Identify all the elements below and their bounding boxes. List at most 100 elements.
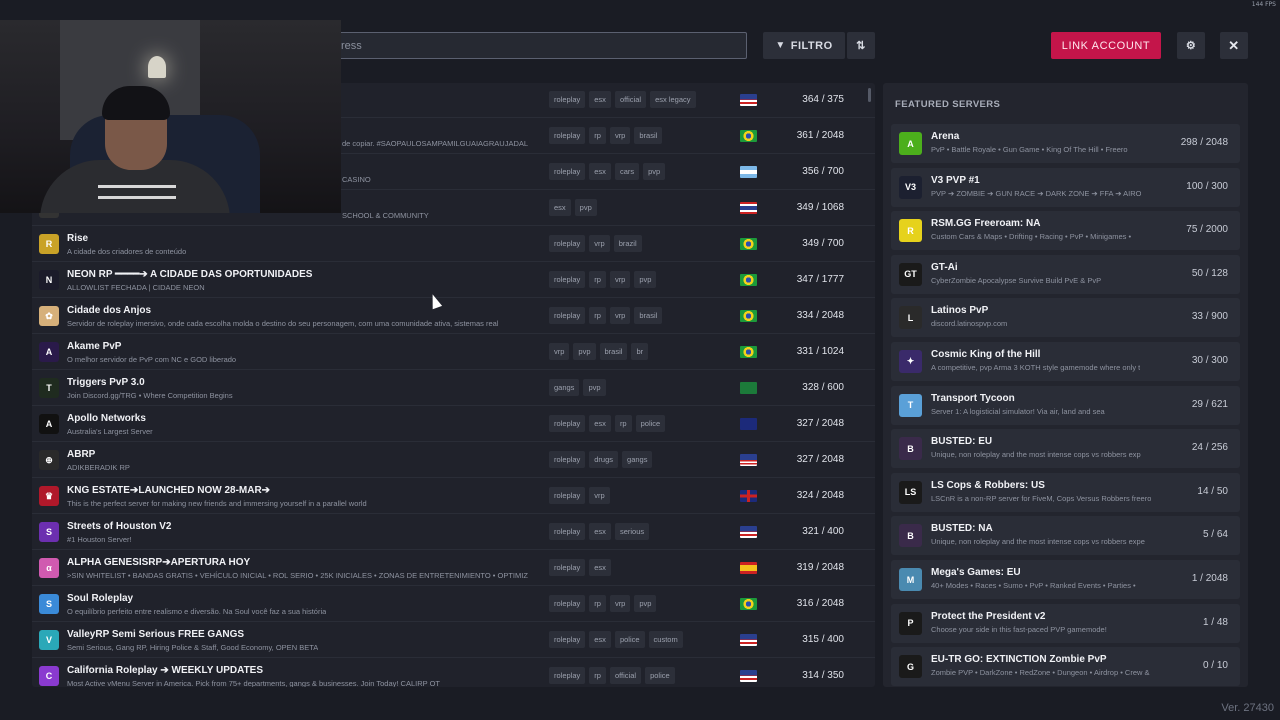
featured-server-item[interactable]: B BUSTED: NA Unique, non roleplay and the …	[891, 516, 1240, 556]
tag-chip: serious	[614, 523, 650, 540]
server-icon: A	[39, 342, 59, 362]
featured-server-item[interactable]: GT GT-Ai CyberZombie Apocalypse Survive Bu…	[891, 254, 1240, 294]
featured-server-name: EU-TR GO: EXTINCTION Zombie PvP	[931, 654, 1107, 666]
player-count: 327 / 2048	[796, 418, 844, 429]
featured-server-icon: P	[899, 611, 922, 635]
featured-server-item[interactable]: B BUSTED: EU Unique, non roleplay and the …	[891, 429, 1240, 469]
featured-server-item[interactable]: P Protect the President v2 Choose your sid…	[891, 603, 1240, 643]
featured-server-description: discord.latinospvp.com	[931, 319, 1008, 329]
server-description: Most Active vMenu Server in America. Pic…	[67, 679, 441, 687]
server-name: Akame PvP	[67, 341, 122, 352]
featured-server-name: BUSTED: EU	[931, 436, 993, 448]
server-row[interactable]: V ValleyRP Semi Serious FREE GANGS Semi Se…	[32, 623, 875, 658]
server-tags: gangs pvp	[549, 379, 606, 396]
flag-icon	[740, 166, 757, 178]
server-name: ValleyRP Semi Serious FREE GANGS	[67, 629, 245, 640]
featured-server-item[interactable]: M Mega's Games: EU 40+ Modes • Races • Sum…	[891, 560, 1240, 599]
server-icon: V	[39, 630, 59, 650]
server-description: Australia's Largest Server	[67, 427, 153, 436]
link-account-button[interactable]: LINK ACCOUNT	[1051, 32, 1161, 59]
server-row[interactable]: R Rise A cidade dos criadores de conteúdo r…	[32, 227, 875, 262]
tag-chip: rp	[589, 127, 606, 144]
filter-button[interactable]: ▼ FILTRO	[763, 32, 845, 59]
featured-server-name: Transport Tycoon	[931, 392, 1015, 404]
server-tags: vrp pvp brasil br	[549, 343, 649, 360]
settings-button[interactable]: ⚙	[1177, 32, 1205, 59]
featured-server-item[interactable]: T Transport Tycoon Server 1: A logisticial…	[891, 385, 1240, 425]
featured-server-name: LS Cops & Robbers: US	[931, 479, 1045, 491]
featured-server-description: Custom Cars & Maps • Drifting • Racing •…	[931, 232, 1132, 242]
featured-server-name: Mega's Games: EU	[931, 567, 1021, 578]
server-row[interactable]: T Triggers PvP 3.0 Join Discord.gg/TRG • W…	[32, 371, 875, 406]
featured-server-description: PvP • Battle Royale • Gun Game • King Of…	[931, 145, 1128, 154]
featured-server-icon: LS	[899, 480, 922, 504]
tag-chip: roleplay	[549, 559, 586, 576]
featured-server-item[interactable]: LS LS Cops & Robbers: US LSCnR is a non-RP…	[891, 472, 1240, 512]
tag-chip: vrp	[589, 235, 610, 252]
featured-server-icon: R	[899, 219, 922, 243]
featured-server-item[interactable]: G EU-TR GO: EXTINCTION Zombie PvP Zombie P…	[891, 647, 1240, 687]
featured-server-name: Cosmic King of the Hill	[931, 349, 1041, 360]
server-row[interactable]: A Akame PvP O melhor servidor de PvP com N…	[32, 335, 875, 370]
flag-icon	[740, 598, 757, 610]
featured-player-count: 33 / 900	[1191, 311, 1228, 323]
player-count: 319 / 2048	[796, 562, 844, 573]
featured-server-description: PVP ➔ ZOMBIE ➔ GUN RACE ➔ DARK ZONE ➔ FF…	[931, 188, 1142, 198]
server-row[interactable]: N NEON RP ━━━━➔ A CIDADE DAS OPORTUNIDADE…	[32, 263, 875, 298]
server-row[interactable]: S Soul Roleplay O equilíbrio perfeito entr…	[32, 587, 875, 622]
featured-server-item[interactable]: L Latinos PvP discord.latinospvp.com 33 / 9…	[891, 298, 1240, 338]
server-row[interactable]: ✿ Cidade dos Anjos Servidor de roleplay im…	[32, 299, 875, 334]
featured-server-name: RSM.GG Freeroam: NA	[931, 218, 1041, 230]
tag-chip: esx	[589, 631, 611, 648]
player-count: 349 / 1068	[796, 202, 844, 213]
flag-icon	[740, 238, 757, 250]
server-row[interactable]: α ALPHA GENESISRP➔APERTURA HOY >SIN WHITEL…	[32, 551, 875, 586]
player-count: 331 / 1024	[796, 346, 844, 357]
server-row[interactable]: S Streets of Houston V2 #1 Houston Server!…	[32, 515, 875, 550]
server-name: ABRP	[67, 449, 96, 460]
tag-chip: brasil	[634, 307, 663, 324]
featured-server-name: GT-Ai	[931, 261, 958, 273]
webcam-shirt-logo	[98, 185, 176, 199]
tag-chip: police	[645, 667, 675, 684]
list-scrollbar[interactable]	[868, 88, 871, 102]
flag-icon	[740, 382, 757, 394]
server-tags: roleplay esx cars pvp	[549, 163, 666, 180]
featured-server-item[interactable]: V3 V3 PVP #1 PVP ➔ ZOMBIE ➔ GUN RACE ➔ DAR…	[891, 167, 1240, 207]
server-name: KNG ESTATE➔LAUNCHED NOW 28-MAR➔	[67, 485, 271, 496]
featured-server-description: CyberZombie Apocalypse Survive Build PvE…	[931, 275, 1102, 285]
server-tags: roleplay rp official police	[549, 667, 675, 684]
featured-server-icon: B	[899, 524, 922, 548]
tag-chip: pvp	[583, 379, 606, 396]
flag-icon	[740, 634, 757, 646]
server-tags: roleplay rp vrp pvp	[549, 595, 657, 612]
gear-icon: ⚙	[1185, 40, 1197, 52]
server-name: California Roleplay ➔ WEEKLY UPDATES	[67, 665, 264, 676]
featured-server-item[interactable]: R RSM.GG Freeroam: NA Custom Cars & Maps •…	[891, 211, 1240, 251]
tag-chip: roleplay	[549, 595, 586, 612]
flag-icon	[740, 562, 757, 574]
featured-server-description: Unique, non roleplay and the most intens…	[931, 537, 1145, 547]
search-input[interactable]	[330, 32, 747, 59]
featured-server-name: Protect the President v2	[931, 610, 1046, 622]
server-row[interactable]: ⊕ ABRP ADIKBERADIK RP roleplay drugs gangs 327…	[32, 443, 875, 478]
featured-player-count: 30 / 300	[1191, 355, 1228, 366]
featured-title: FEATURED SERVERS	[895, 99, 1001, 110]
server-row[interactable]: A Apollo Networks Australia's Largest Serv…	[32, 407, 875, 442]
close-button[interactable]: ✕	[1220, 32, 1248, 59]
tag-chip: brasil	[599, 343, 628, 360]
player-count: 364 / 375	[802, 94, 844, 105]
server-row[interactable]: C California Roleplay ➔ WEEKLY UPDATES Mos…	[32, 659, 875, 687]
server-row[interactable]: ♛ KNG ESTATE➔LAUNCHED NOW 28-MAR➔ This is …	[32, 479, 875, 514]
player-count: 349 / 700	[802, 238, 844, 249]
featured-server-item[interactable]: ✦ Cosmic King of the Hill A competitive, p…	[891, 342, 1240, 381]
server-name: Cidade dos Anjos	[67, 305, 152, 316]
player-count: 327 / 2048	[796, 454, 844, 465]
server-description: CASINO	[342, 175, 371, 184]
sort-button[interactable]: ⇅	[847, 32, 875, 59]
tag-chip: rp	[589, 271, 606, 288]
server-description: O melhor servidor de PvP com NC e GOD li…	[67, 355, 237, 364]
server-description: >SIN WHITELIST • BANDAS GRATIS • VEHÍCUL…	[67, 571, 528, 580]
featured-server-item[interactable]: A Arena PvP • Battle Royale • Gun Game • K…	[891, 124, 1240, 163]
tag-chip: vrp	[589, 487, 610, 504]
